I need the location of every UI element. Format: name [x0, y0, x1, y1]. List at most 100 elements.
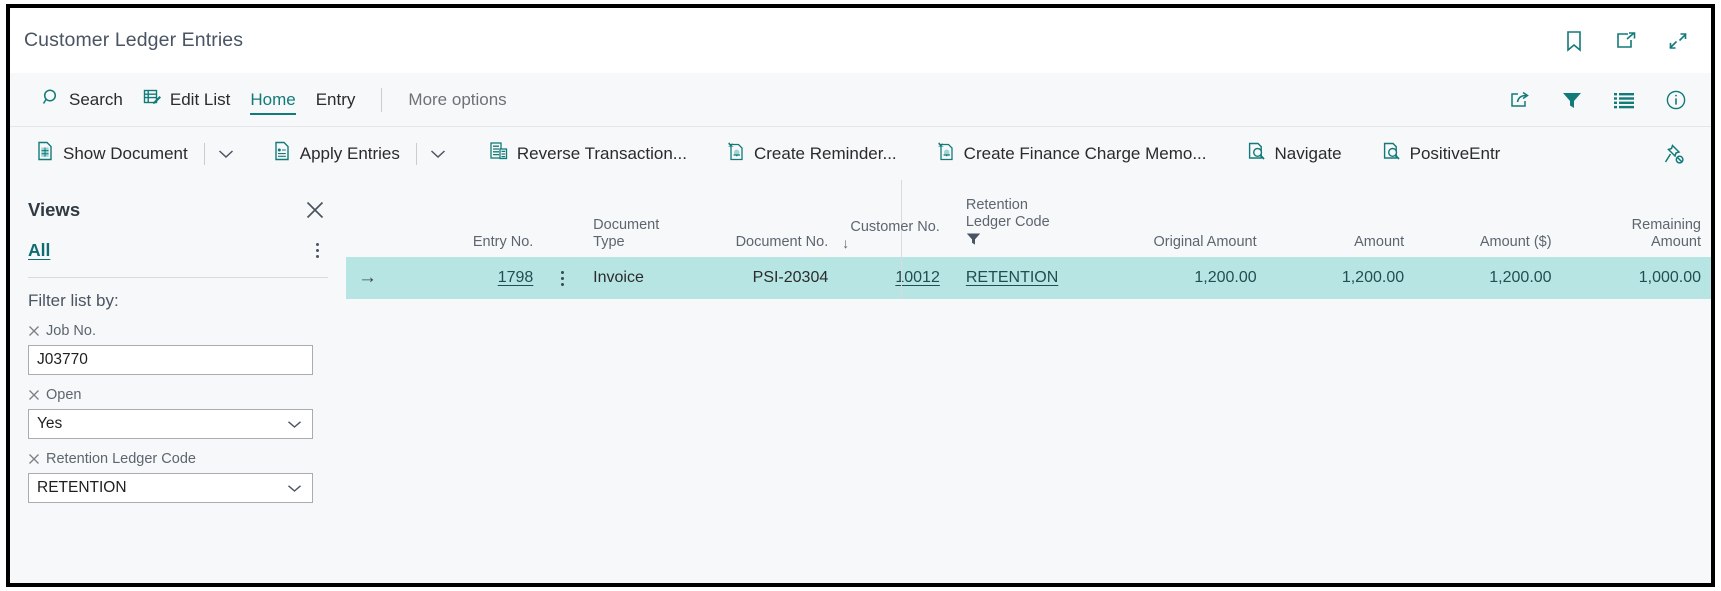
column-header-document-type[interactable]: Document Type: [579, 217, 691, 257]
header-text-line1: Remaining: [1631, 217, 1701, 233]
cell-document-type[interactable]: Invoice: [579, 269, 691, 287]
active-tab-underline: [250, 113, 296, 115]
filter-group-open: Open Yes: [28, 386, 328, 439]
entry-no-link[interactable]: 1798: [498, 269, 534, 287]
ribbon-tab-home[interactable]: Home: [240, 73, 305, 126]
open-select[interactable]: Yes: [28, 409, 313, 439]
remove-filter-icon[interactable]: [28, 325, 40, 337]
apply-entries-button[interactable]: Apply Entries: [261, 137, 412, 171]
cell-remaining-amount[interactable]: 1,000.00: [1564, 269, 1711, 287]
chevron-down-icon: [284, 420, 304, 429]
header-text: Amount: [1354, 234, 1405, 250]
chevron-down-icon: [284, 484, 304, 493]
document-type-value: Invoice: [593, 269, 644, 286]
kebab-menu-icon[interactable]: [560, 270, 564, 286]
customer-no-link[interactable]: 10012: [895, 269, 940, 287]
table-row[interactable]: → 1798 Invoice PSI-20304 10012 RETENTION…: [346, 257, 1711, 299]
ribbon-edit-list-button[interactable]: Edit List: [133, 73, 240, 126]
column-header-document-no[interactable]: Document No.: [691, 234, 840, 257]
sort-ascending-icon: ↓: [842, 235, 850, 251]
title-bar: Customer Ledger Entries: [10, 8, 1711, 73]
ribbon-edit-list-label: Edit List: [169, 89, 231, 109]
retention-ledger-code-value: RETENTION: [37, 479, 127, 496]
filter-caption-job-no: Job No.: [28, 322, 328, 340]
job-no-input[interactable]: J03770: [28, 345, 313, 375]
column-header-original-amount[interactable]: Original Amount: [1099, 234, 1268, 257]
column-header-customer-no[interactable]: Customer No. ↓: [840, 219, 952, 257]
create-reminder-button[interactable]: Create Reminder...: [715, 137, 909, 171]
column-header-amount-usd[interactable]: Amount ($): [1416, 234, 1563, 257]
create-finance-charge-memo-icon: [937, 141, 955, 166]
collapse-icon[interactable]: [1663, 26, 1693, 56]
header-text-line2: Ledger Code: [965, 214, 1050, 230]
list-icon[interactable]: [1609, 85, 1639, 115]
filter-group-job-no: Job No. J03770: [28, 322, 328, 375]
arrow-right-icon: →: [358, 267, 377, 288]
views-header: Views: [28, 194, 328, 226]
retention-ledger-code-select[interactable]: RETENTION: [28, 473, 313, 503]
show-document-label: Show Document: [63, 143, 188, 163]
cell-document-no[interactable]: PSI-20304: [691, 269, 840, 287]
view-item-all[interactable]: All: [28, 240, 50, 261]
column-header-amount[interactable]: Amount: [1269, 234, 1416, 257]
ribbon-entry-label: Entry: [315, 89, 356, 109]
column-filter-icon[interactable]: [966, 232, 981, 251]
filter-label-job-no: Job No.: [46, 323, 96, 339]
filter-caption-retention-ledger-code: Retention Ledger Code: [28, 450, 328, 468]
open-in-new-window-icon[interactable]: [1611, 26, 1641, 56]
positive-entr-button[interactable]: PositiveEntr: [1370, 137, 1513, 171]
ribbon-tab-bar: Search Edit List Home Entry More options: [10, 73, 1711, 126]
info-icon[interactable]: [1661, 85, 1691, 115]
filter-icon[interactable]: [1557, 85, 1587, 115]
cell-retention-ledger-code[interactable]: RETENTION: [952, 269, 1099, 287]
apply-entries-dropdown[interactable]: [421, 137, 455, 171]
show-document-dropdown[interactable]: [209, 137, 243, 171]
navigate-label: Navigate: [1274, 143, 1342, 163]
create-reminder-icon: [727, 141, 745, 166]
remove-filter-icon[interactable]: [28, 389, 40, 401]
navigate-icon: [1382, 141, 1401, 166]
views-more-icon[interactable]: [306, 237, 328, 263]
show-document-button[interactable]: Show Document: [36, 137, 200, 171]
action-divider: [203, 142, 205, 165]
cell-original-amount[interactable]: 1,200.00: [1099, 269, 1268, 287]
column-header-remaining-amount[interactable]: Remaining Amount: [1564, 217, 1711, 257]
views-title: Views: [28, 199, 81, 220]
navigate-button[interactable]: Navigate: [1235, 137, 1354, 171]
edit-list-icon: [143, 88, 162, 112]
amount-value: 1,200.00: [1341, 269, 1405, 286]
share-icon[interactable]: [1505, 85, 1535, 115]
ribbon-search-button[interactable]: Search: [32, 73, 133, 126]
document-icon: [36, 141, 54, 166]
action-bar-right: [1659, 127, 1689, 180]
retention-ledger-code-link[interactable]: RETENTION: [966, 269, 1058, 287]
cell-entry-no[interactable]: 1798: [406, 269, 545, 287]
cell-customer-no[interactable]: 10012: [840, 269, 952, 287]
cell-amount-usd[interactable]: 1,200.00: [1416, 269, 1563, 287]
reverse-transaction-button[interactable]: Reverse Transaction...: [477, 137, 699, 171]
apply-entries-label: Apply Entries: [299, 143, 400, 163]
ledger-entries-grid: Entry No. Document Type Document No. Cus…: [346, 180, 1711, 582]
page-title: Customer Ledger Entries: [24, 29, 244, 51]
ribbon-tab-entry[interactable]: Entry: [306, 73, 366, 126]
row-menu-button[interactable]: [545, 270, 579, 286]
job-no-value: J03770: [37, 351, 88, 368]
views-all-row: All: [28, 232, 328, 268]
create-finance-charge-memo-button[interactable]: Create Finance Charge Memo...: [925, 137, 1219, 171]
close-icon[interactable]: [302, 197, 328, 223]
column-header-retention-ledger-code[interactable]: Retention Ledger Code: [952, 197, 1099, 257]
original-amount-value: 1,200.00: [1194, 269, 1257, 286]
bookmark-icon[interactable]: [1559, 26, 1589, 56]
ribbon-home-label: Home: [250, 89, 296, 109]
unpin-icon[interactable]: [1659, 139, 1689, 169]
clipped-content-sliver: [26, 585, 41, 591]
application-window: Customer Ledger Entries Search Edit List…: [6, 4, 1715, 587]
header-text: Document No.: [735, 234, 829, 250]
header-text: Customer No.: [850, 219, 940, 235]
cell-amount[interactable]: 1,200.00: [1269, 269, 1416, 287]
remove-filter-icon[interactable]: [28, 453, 40, 465]
create-reminder-label: Create Reminder...: [753, 143, 897, 163]
column-header-entry-no[interactable]: Entry No.: [406, 234, 545, 257]
ribbon-more-options-button[interactable]: More options: [398, 73, 516, 126]
filter-caption-open: Open: [28, 386, 328, 404]
